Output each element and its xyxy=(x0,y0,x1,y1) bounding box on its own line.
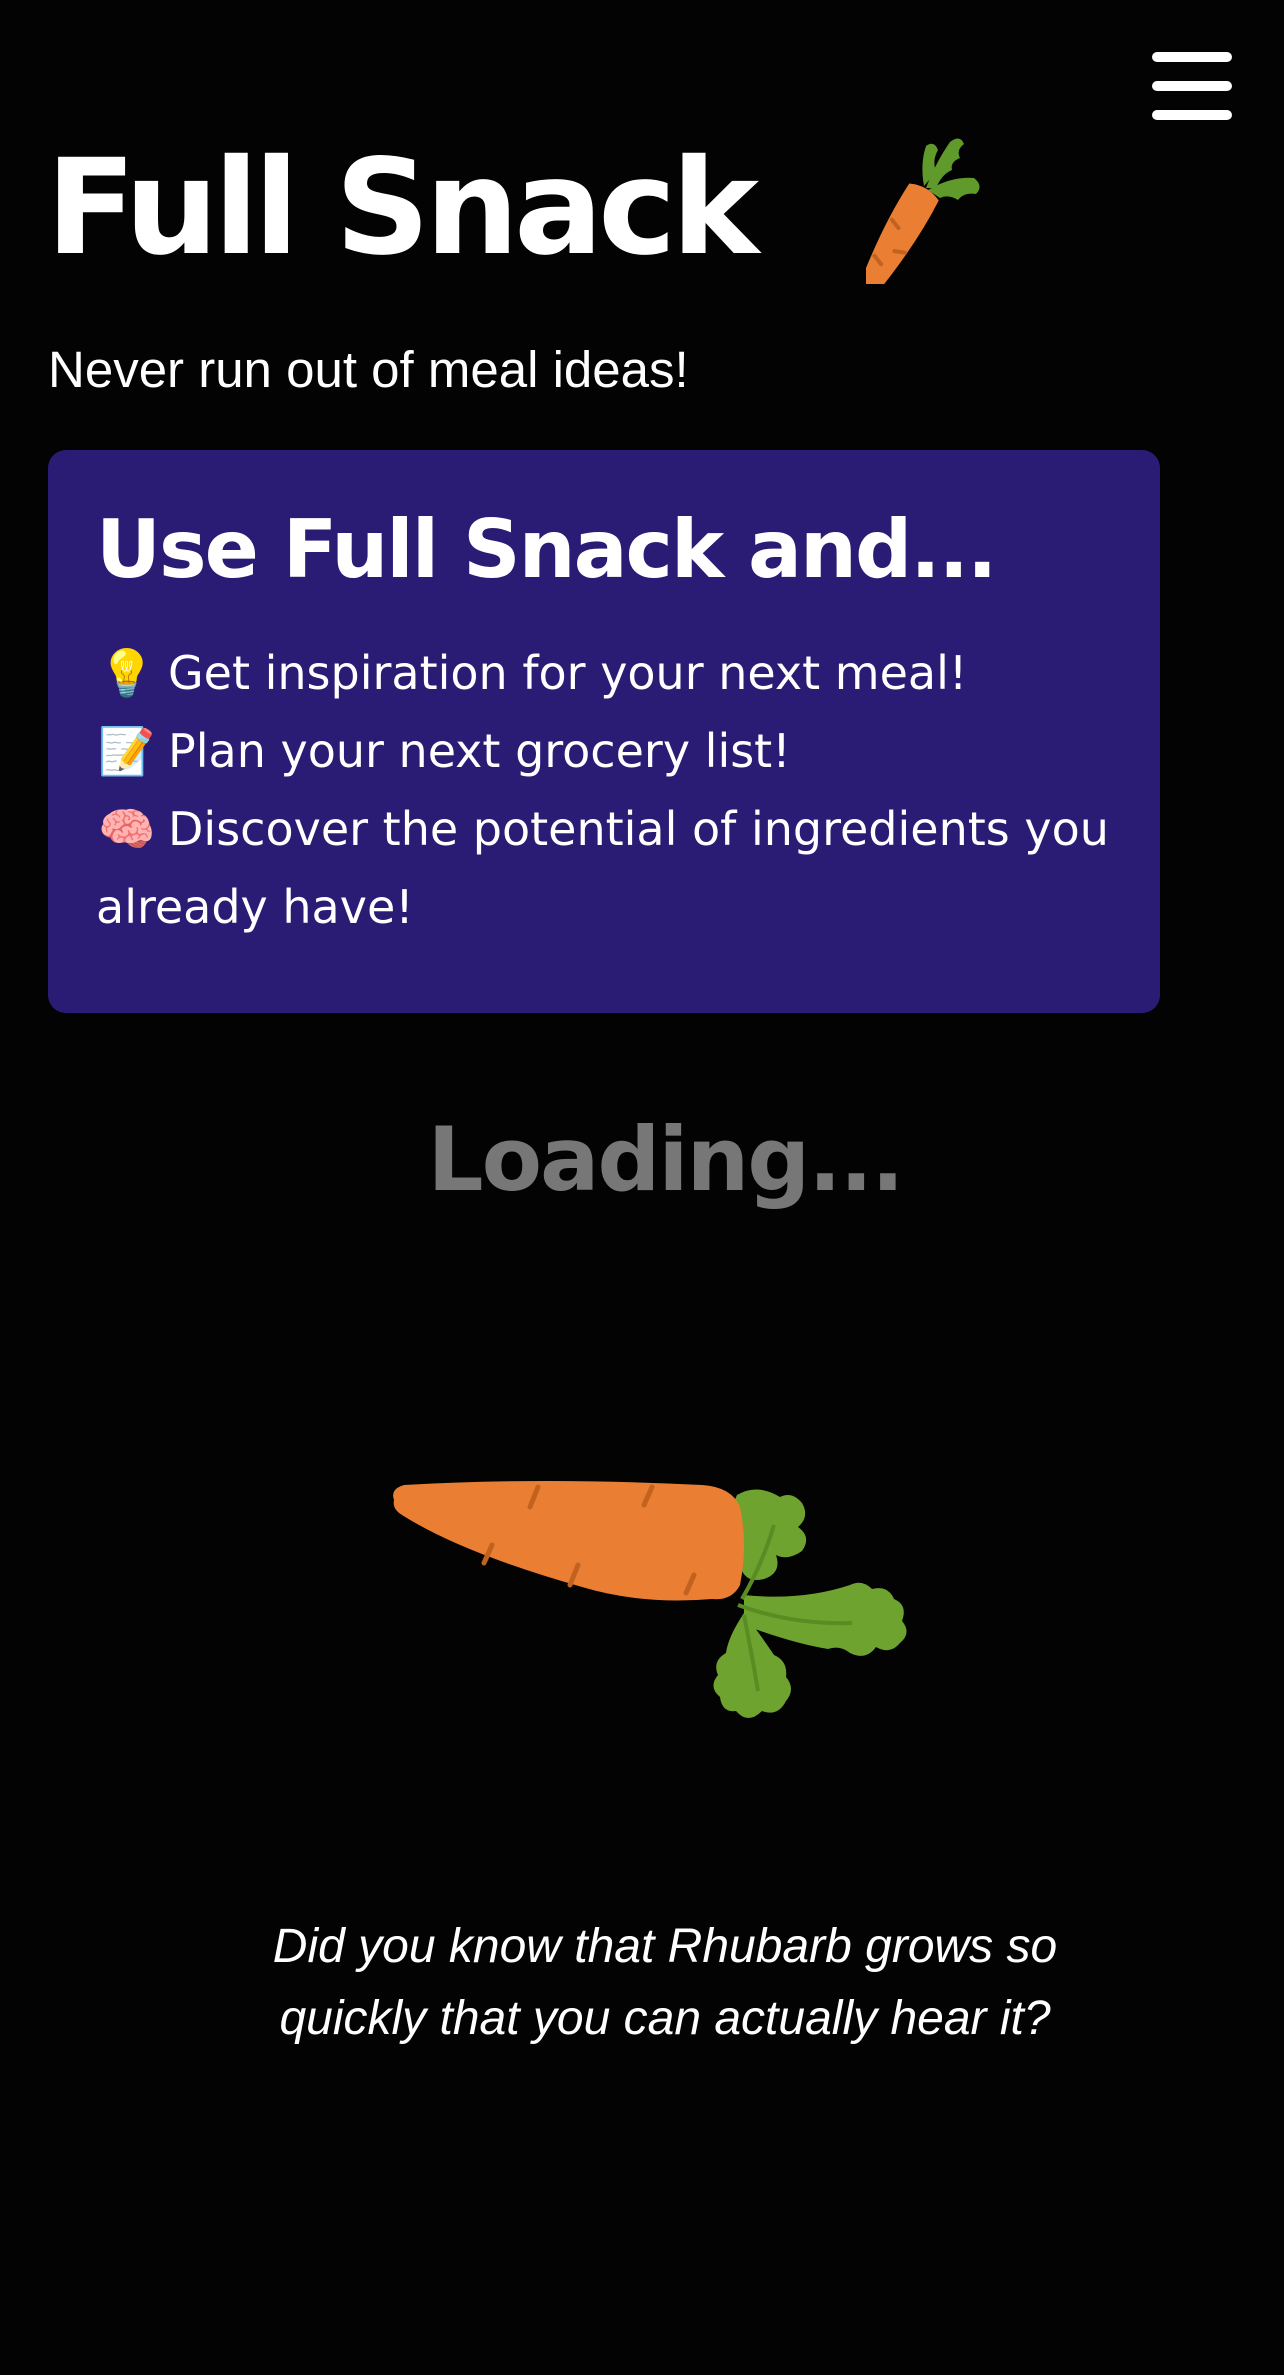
feature-text: Plan your next grocery list! xyxy=(168,724,791,778)
app-title: Full Snack xyxy=(46,131,759,285)
menu-button[interactable] xyxy=(1150,48,1234,124)
lightbulb-icon: 💡 xyxy=(98,646,156,700)
carrot-icon xyxy=(866,138,980,284)
list-item: 📝 Plan your next grocery list! xyxy=(96,712,1146,790)
card-heading: Use Full Snack and... xyxy=(96,503,997,596)
hamburger-menu-icon xyxy=(1152,52,1232,62)
feature-text: Get inspiration for your next meal! xyxy=(168,646,968,700)
hamburger-menu-icon-middle xyxy=(1152,81,1232,91)
memo-icon: 📝 xyxy=(98,724,156,778)
tagline: Never run out of meal ideas! xyxy=(48,341,689,398)
loading-text: Loading... xyxy=(427,1108,905,1211)
brain-icon: 🧠 xyxy=(98,802,156,856)
fun-fact: Did you know that Rhubarb grows so quick… xyxy=(272,1920,1058,2045)
feature-text: Discover the potential of ingredients yo… xyxy=(96,802,1109,934)
feature-card: Use Full Snack and... 💡 Get inspiration f… xyxy=(48,450,1160,1013)
carrot-loading-icon xyxy=(393,1481,907,1718)
feature-list: 💡 Get inspiration for your next meal! 📝 Pl… xyxy=(96,634,1146,946)
list-item: 🧠 Discover the potential of ingredients y… xyxy=(96,790,1146,946)
hamburger-menu-icon-bottom xyxy=(1152,110,1232,120)
list-item: 💡 Get inspiration for your next meal! xyxy=(96,634,1146,712)
